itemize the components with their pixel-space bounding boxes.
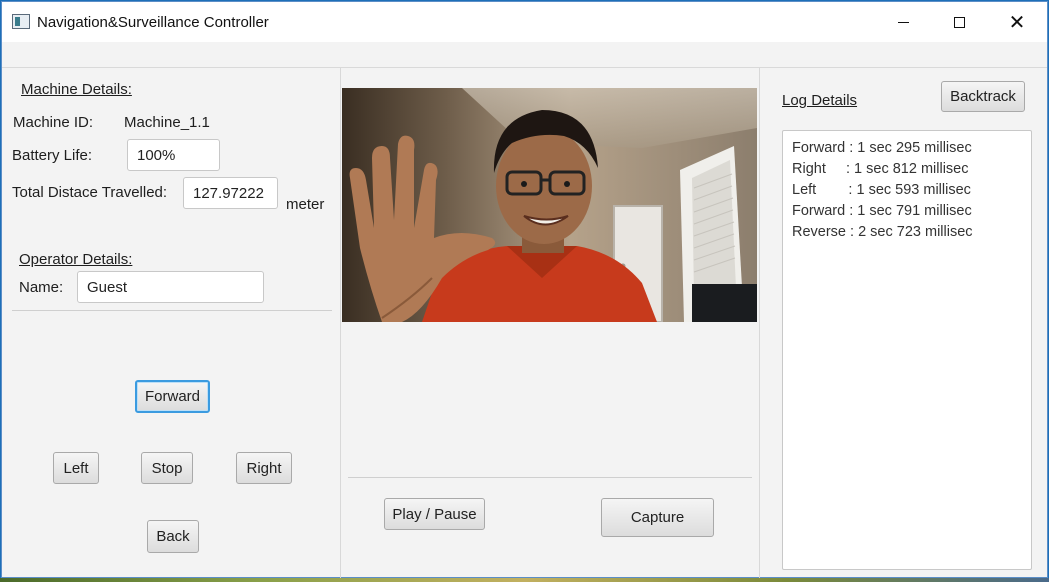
- backtrack-button[interactable]: Backtrack: [941, 81, 1025, 112]
- title-bar: Navigation&Surveillance Controller ✕: [2, 2, 1047, 42]
- forward-button[interactable]: Forward: [135, 380, 210, 413]
- camera-feed: [342, 88, 757, 322]
- log-entry: Forward : 1 sec 791 millisec: [792, 203, 972, 219]
- minimize-button[interactable]: [880, 2, 926, 42]
- log-entry: Reverse : 2 sec 723 millisec: [792, 224, 973, 240]
- desktop-background: [0, 578, 1049, 582]
- app-window: Navigation&Surveillance Controller ✕ Mac…: [1, 1, 1048, 578]
- distance-unit: meter: [286, 196, 325, 213]
- operator-name-field[interactable]: Guest: [77, 271, 264, 303]
- minimize-icon: [897, 21, 909, 23]
- right-panel-divider: [759, 68, 760, 578]
- machine-id-value: Machine_1.1: [124, 114, 210, 131]
- close-button[interactable]: ✕: [994, 2, 1040, 42]
- close-icon: ✕: [1008, 10, 1026, 34]
- left-panel-divider: [340, 68, 341, 578]
- battery-label: Battery Life:: [12, 147, 93, 164]
- log-details-heading: Log Details: [782, 92, 858, 109]
- log-entry: Left : 1 sec 593 millisec: [792, 182, 971, 198]
- play-pause-button[interactable]: Play / Pause: [384, 498, 485, 530]
- distance-label: Total Distace Travelled:: [12, 184, 168, 201]
- left-separator: [12, 310, 332, 311]
- log-entry: Forward : 1 sec 295 millisec: [792, 140, 972, 156]
- log-list[interactable]: Forward : 1 sec 295 millisec Right : 1 s…: [782, 130, 1032, 570]
- maximize-icon: [953, 16, 965, 28]
- log-entry: Right : 1 sec 812 millisec: [792, 161, 969, 177]
- operator-name-label: Name:: [19, 279, 64, 296]
- app-icon: [12, 14, 30, 29]
- capture-button[interactable]: Capture: [601, 498, 714, 537]
- camera-frame-image: [342, 88, 757, 322]
- maximize-button[interactable]: [936, 2, 982, 42]
- battery-field[interactable]: 100%: [127, 139, 220, 171]
- operator-details-heading: Operator Details:: [19, 251, 133, 268]
- window-title: Navigation&Surveillance Controller: [37, 14, 269, 31]
- left-button[interactable]: Left: [53, 452, 99, 484]
- back-button[interactable]: Back: [147, 520, 199, 553]
- distance-field[interactable]: 127.97222: [183, 177, 278, 209]
- right-button[interactable]: Right: [236, 452, 292, 484]
- toolbar-strip: [2, 42, 1047, 68]
- machine-details-heading: Machine Details:: [21, 81, 132, 98]
- machine-id-label: Machine ID:: [13, 114, 94, 131]
- center-separator: [348, 477, 752, 478]
- stop-button[interactable]: Stop: [141, 452, 193, 484]
